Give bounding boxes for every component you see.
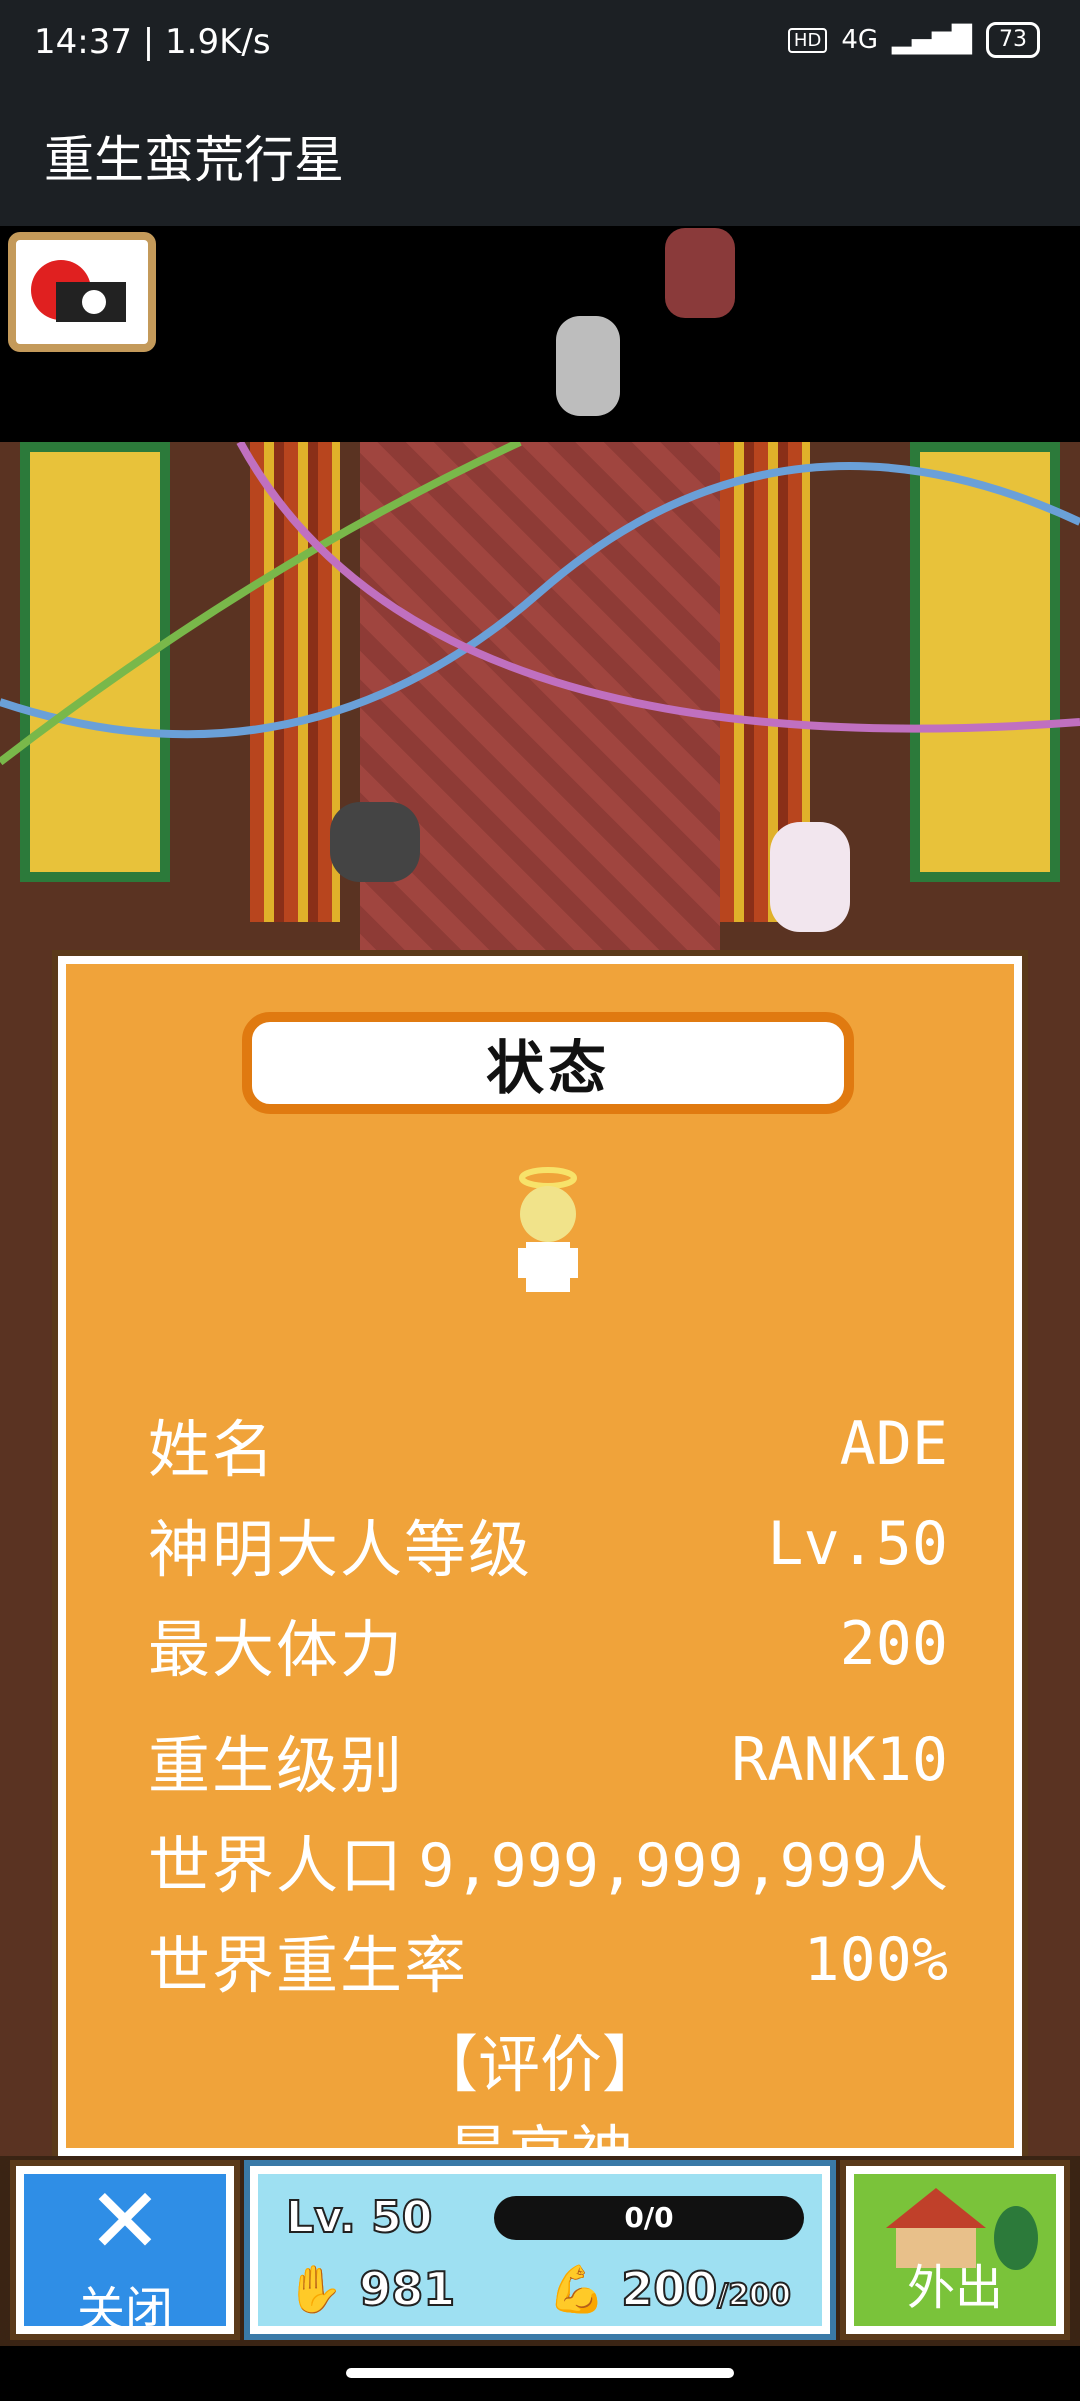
- stat-key: 最大体力: [148, 1613, 405, 1686]
- stat-key: 世界人口: [148, 1829, 405, 1902]
- status-icons: HD 4G ▂▄▆█ 73: [787, 22, 1040, 58]
- stat-key: 世界重生率: [148, 1929, 469, 2002]
- stat-key: 重生级别: [148, 1729, 405, 1802]
- stat-row-world-population: 世界人口 9,999,999,999人: [148, 1820, 948, 1902]
- signal-icon: ▂▄▆█: [892, 25, 972, 55]
- camera-icon: [31, 260, 126, 322]
- hd-badge: HD: [787, 27, 828, 53]
- stat-value: 100%: [803, 1925, 949, 1995]
- status-bar: 14:37 | 1.9K/s HD 4G ▂▄▆█ 73: [0, 0, 1080, 90]
- app-bar: 重生蛮荒行星: [0, 90, 1080, 226]
- panel-title: 状态: [485, 1034, 610, 1102]
- stat-value: 200: [839, 1609, 948, 1679]
- go-out-button[interactable]: 外出: [840, 2160, 1070, 2340]
- close-icon: ✕: [87, 2169, 163, 2274]
- stat-value: Lv.50: [767, 1509, 948, 1579]
- stat-row-world-rebirth-rate: 世界重生率 100%: [148, 1920, 949, 2002]
- close-button[interactable]: ✕ 关闭: [10, 2160, 240, 2340]
- stat-row-god-level: 神明大人等级 Lv.50: [148, 1504, 948, 1586]
- bottom-hud: ✕ 关闭 Lv. 50 0/0 ✋ 981 💪 200/200 外出: [0, 2156, 1080, 2346]
- stat-key: 姓名: [148, 1413, 277, 1486]
- close-label: 关闭: [76, 2282, 173, 2338]
- exp-bar-text: 0/0: [624, 2201, 674, 2234]
- angel-avatar: [518, 1167, 578, 1292]
- screenshot-button[interactable]: [8, 232, 156, 352]
- status-time: 14:37 | 1.9K/s: [34, 22, 271, 62]
- battery-icon: 73: [986, 22, 1040, 58]
- stat-row-rebirth-rank: 重生级别 RANK10: [148, 1720, 948, 1802]
- rabbit-sprite: [770, 822, 850, 932]
- npc-sprite: [556, 316, 620, 416]
- player-level: Lv. 50: [285, 2191, 433, 2244]
- stat-value: ADE: [839, 1409, 948, 1479]
- app-title: 重生蛮荒行星: [44, 131, 344, 189]
- stat-row-max-stamina: 最大体力 200: [148, 1604, 948, 1686]
- game-view[interactable]: 状态 姓名 ADE 神明大人等级 Lv.50 最大体力 200 重生级别 RAN…: [0, 226, 1080, 2346]
- status-panel: 状态 姓名 ADE 神明大人等级 Lv.50 最大体力 200 重生级别 RAN…: [52, 950, 1028, 2191]
- rock-sprite: [330, 802, 420, 882]
- stat-value: 9,999,999,999人: [418, 1830, 948, 1901]
- stat-value: RANK10: [731, 1725, 948, 1795]
- currency-stat: ✋ 981: [285, 2261, 456, 2317]
- network-label: 4G: [841, 25, 879, 55]
- home-indicator[interactable]: [346, 2368, 734, 2378]
- player-status-box: Lv. 50 0/0 ✋ 981 💪 200/200: [244, 2160, 836, 2340]
- currency-value: 981: [358, 2261, 456, 2317]
- stat-key: 神明大人等级: [148, 1513, 533, 1586]
- gesture-nav-bar: [0, 2346, 1080, 2401]
- stamina-stat: 💪 200/200: [547, 2261, 792, 2317]
- npc-sprite: [665, 228, 735, 318]
- muscle-icon: 💪: [547, 2261, 606, 2317]
- scene-top-area: [0, 226, 1080, 442]
- hand-icon: ✋: [285, 2261, 344, 2317]
- exp-bar: 0/0: [494, 2196, 804, 2240]
- garland-decoration: [0, 442, 1080, 766]
- stamina-value: 200: [620, 2261, 718, 2317]
- rating-label: 【评价】: [415, 2028, 664, 2101]
- stamina-max: /200: [716, 2277, 792, 2314]
- go-out-label: 外出: [906, 2260, 1003, 2316]
- stat-row-name: 姓名 ADE: [148, 1404, 948, 1486]
- panel-title-box: 状态: [242, 1012, 854, 1114]
